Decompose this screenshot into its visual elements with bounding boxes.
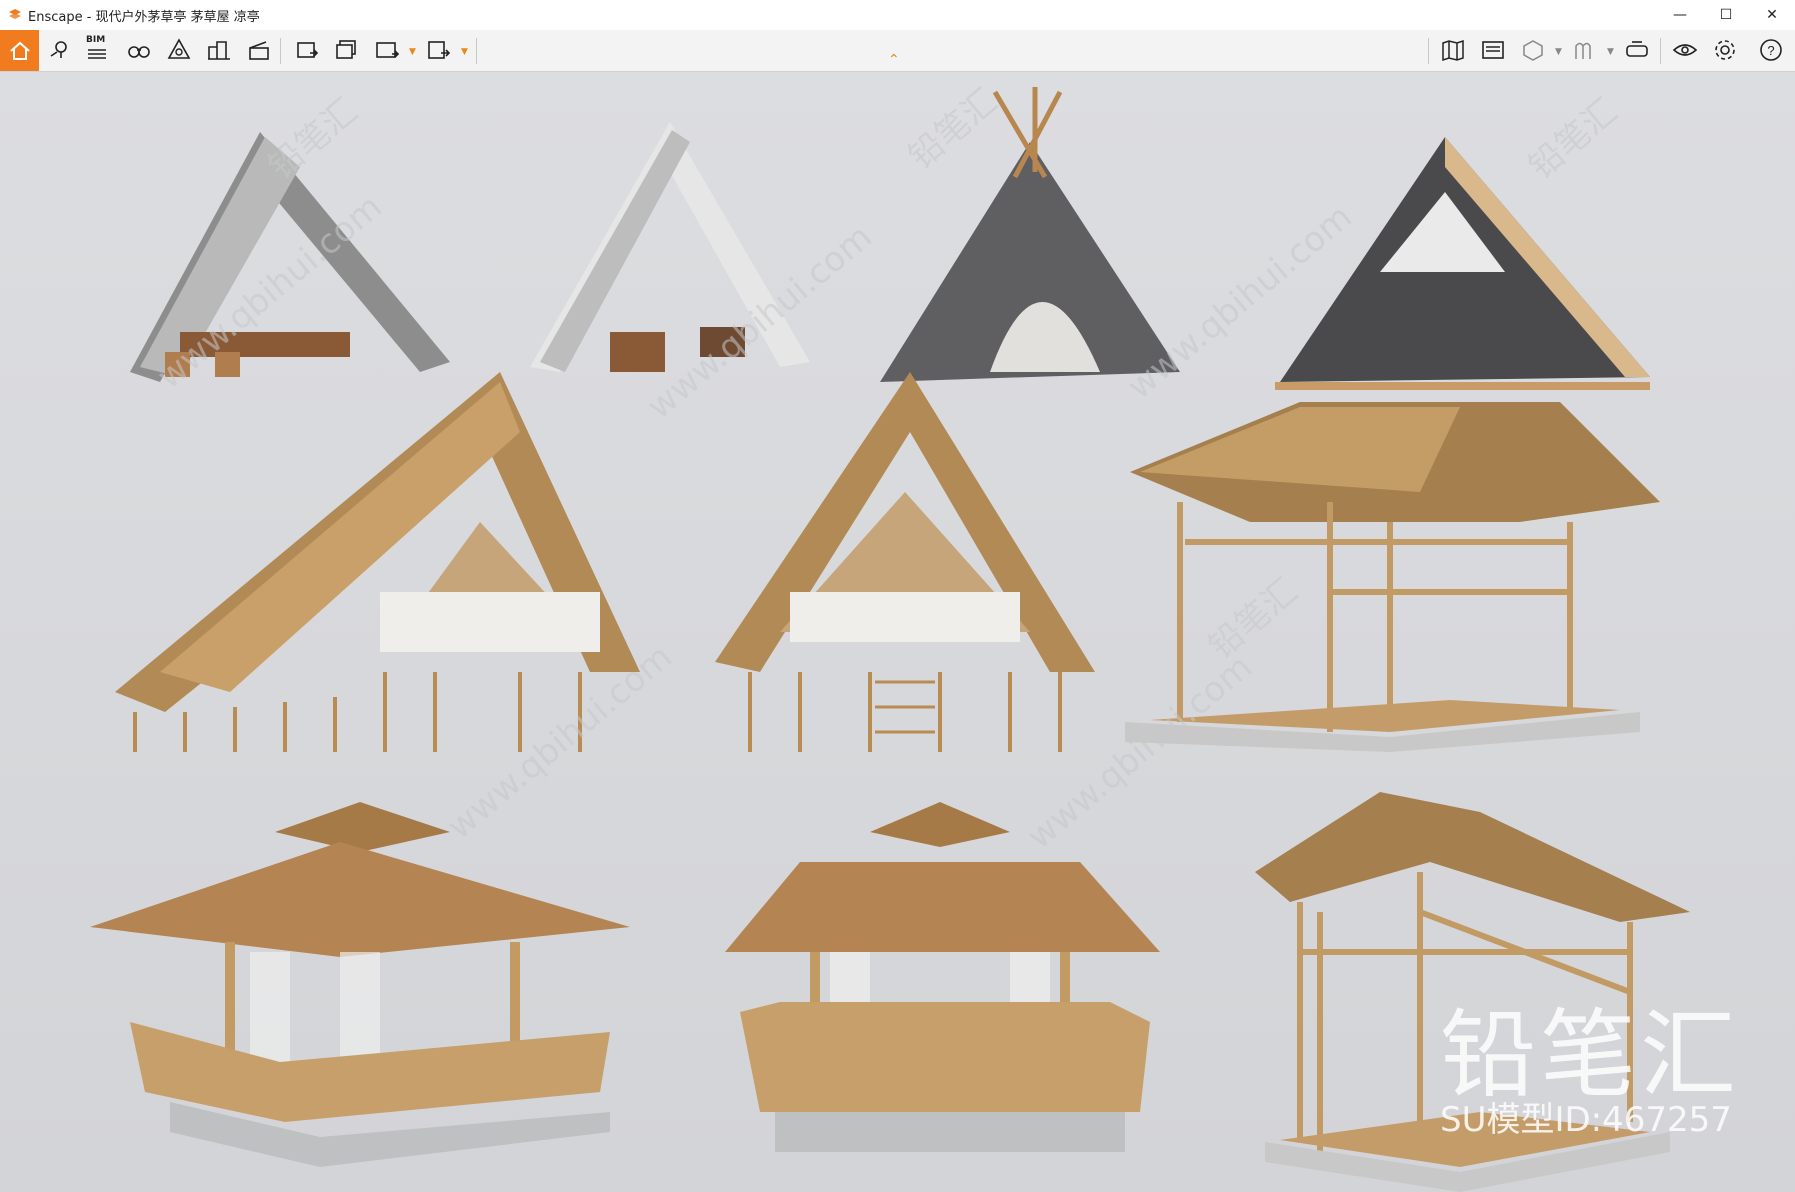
bim-label: BIM: [86, 35, 106, 45]
enscape-logo-icon: [9, 9, 21, 19]
settings-button[interactable]: [1710, 36, 1740, 64]
batch-render-icon: [336, 40, 356, 59]
a-frame-cabin-model: [1275, 137, 1650, 390]
site-context-icon: [1482, 41, 1504, 59]
buildings-icon: [208, 41, 230, 60]
batch-render-button[interactable]: [332, 36, 362, 64]
toolbar-divider: [280, 38, 281, 64]
hip-roof-gazebo-model: [725, 802, 1160, 1152]
panorama-360-icon: [376, 42, 400, 58]
location-button[interactable]: [44, 36, 74, 64]
panorama-dropdown-chevron-icon[interactable]: ▼: [409, 47, 416, 57]
cube-view-button[interactable]: [1518, 36, 1548, 64]
toolbar-collapse-chevron-icon[interactable]: ⌃: [888, 52, 900, 68]
minimize-button[interactable]: —: [1657, 0, 1703, 30]
settings-gear-icon: [1715, 40, 1735, 60]
bim-button[interactable]: BIM: [82, 35, 112, 64]
title-bar: Enscape - 现代户外茅草亭 茅草屋 凉亭 — ☐ ✕: [0, 0, 1795, 30]
material-editor-button[interactable]: [1570, 36, 1600, 64]
asset-library-icon: [167, 38, 191, 59]
render-image-icon: [297, 42, 319, 58]
export-button[interactable]: [424, 36, 454, 64]
vr-headset-icon: [1626, 41, 1648, 57]
clapper-icon: [249, 41, 269, 60]
thatched-a-frame-hut-small-model: [715, 372, 1095, 752]
help-icon: ?: [1760, 39, 1782, 61]
help-button[interactable]: ?: [1756, 36, 1786, 64]
maximize-button[interactable]: ☐: [1703, 0, 1749, 30]
window-controls: — ☐ ✕: [1657, 0, 1795, 30]
vr-headset-button[interactable]: [1622, 36, 1652, 64]
map-button[interactable]: [1438, 36, 1468, 64]
video-editor-button[interactable]: [244, 36, 274, 64]
binoculars-icon: [128, 46, 150, 58]
home-icon: [9, 41, 30, 60]
square-roof-gazebo-model: [90, 802, 630, 1167]
cube-view-icon: [1523, 40, 1543, 61]
close-button[interactable]: ✕: [1749, 0, 1795, 30]
location-pin-icon: [50, 41, 67, 58]
thatched-a-frame-hut-large-model: [115, 372, 640, 752]
views-button[interactable]: [124, 36, 154, 64]
window-title: Enscape - 现代户外茅草亭 茅草屋 凉亭: [28, 9, 260, 25]
export-dropdown-chevron-icon[interactable]: ▼: [461, 47, 468, 57]
visibility-button[interactable]: [1670, 36, 1700, 64]
toolbar-divider: [1660, 38, 1661, 64]
toolbar-divider: [476, 38, 477, 64]
svg-text:?: ?: [1767, 43, 1774, 58]
visibility-icon: [1672, 44, 1698, 56]
site-button[interactable]: [204, 36, 234, 64]
render-viewport[interactable]: www.qbihui.com www.qbihui.com www.qbihui…: [0, 72, 1795, 1192]
cube-dropdown-chevron-icon[interactable]: ▼: [1555, 47, 1562, 57]
map-icon: [1442, 39, 1464, 62]
home-button[interactable]: [0, 30, 39, 71]
material-editor-icon: [1575, 42, 1591, 59]
site-context-button[interactable]: [1478, 36, 1508, 64]
watermark-model-id: SU模型ID:467257: [1440, 1100, 1732, 1140]
material-dropdown-chevron-icon[interactable]: ▼: [1607, 47, 1614, 57]
render-image-button[interactable]: [292, 36, 322, 64]
panorama-button[interactable]: [372, 36, 402, 64]
export-exe-icon: [428, 41, 451, 59]
toolbar-divider: [1428, 38, 1429, 64]
asset-library-button[interactable]: [164, 36, 194, 64]
